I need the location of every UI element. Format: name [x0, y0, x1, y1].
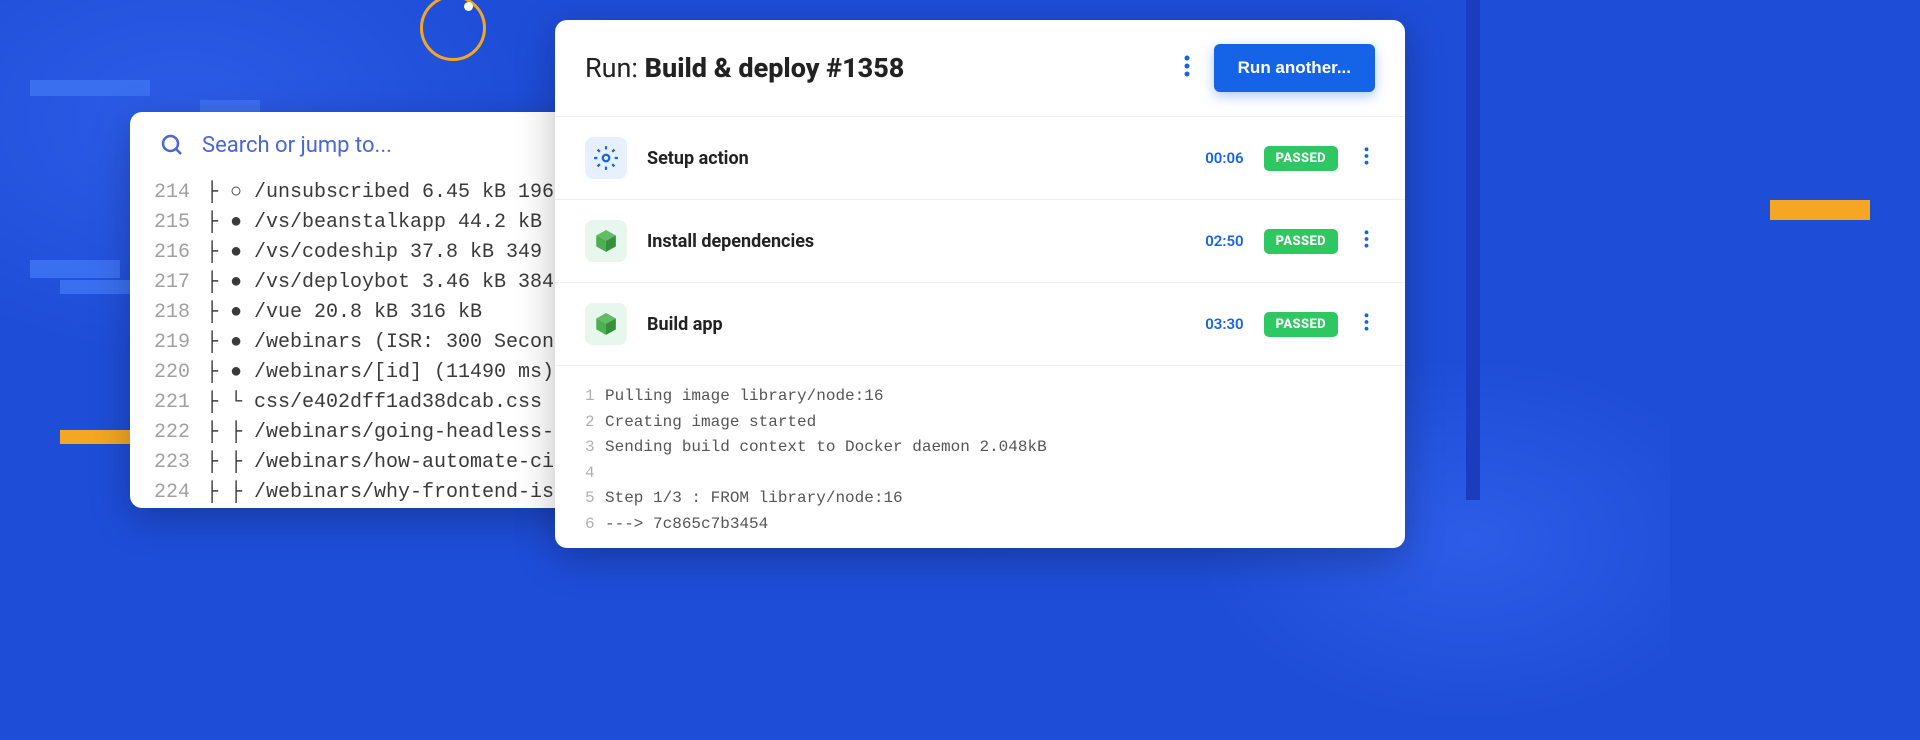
- step-name: Build app: [647, 314, 1185, 335]
- run-header: Run: Build & deploy #1358 Run another...: [555, 20, 1405, 117]
- more-vert-icon[interactable]: [1358, 140, 1375, 176]
- status-badge: PASSED: [1264, 229, 1338, 254]
- step-duration: 02:50: [1205, 232, 1243, 250]
- run-another-button[interactable]: Run another...: [1214, 44, 1375, 92]
- more-vert-icon[interactable]: [1358, 306, 1375, 342]
- step-row[interactable]: Install dependencies 02:50 PASSED: [555, 200, 1405, 283]
- step-duration: 03:30: [1205, 315, 1243, 333]
- status-badge: PASSED: [1264, 146, 1338, 171]
- more-vert-icon[interactable]: [1358, 223, 1375, 259]
- log-line: 6---> 7c865c7b3454: [585, 512, 1375, 538]
- cube-icon: [585, 303, 627, 345]
- search-icon: [160, 133, 184, 157]
- step-row[interactable]: Build app 03:30 PASSED: [555, 283, 1405, 366]
- run-title: Run: Build & deploy #1358: [585, 52, 1160, 84]
- step-name: Setup action: [647, 148, 1185, 169]
- log-line: 1Pulling image library/node:16: [585, 384, 1375, 410]
- status-badge: PASSED: [1264, 312, 1338, 337]
- log-line: 4: [585, 461, 1375, 487]
- log-line: 2Creating image started: [585, 410, 1375, 436]
- step-row[interactable]: Setup action 00:06 PASSED: [555, 117, 1405, 200]
- run-panel: Run: Build & deploy #1358 Run another...…: [555, 20, 1405, 548]
- more-vert-icon[interactable]: [1178, 49, 1196, 87]
- build-log: 1Pulling image library/node:162Creating …: [555, 366, 1405, 548]
- step-name: Install dependencies: [647, 231, 1185, 252]
- log-line: 5Step 1/3 : FROM library/node:16: [585, 486, 1375, 512]
- step-duration: 00:06: [1205, 149, 1243, 167]
- cube-icon: [585, 220, 627, 262]
- log-line: 3Sending build context to Docker daemon …: [585, 435, 1375, 461]
- gear-icon: [585, 137, 627, 179]
